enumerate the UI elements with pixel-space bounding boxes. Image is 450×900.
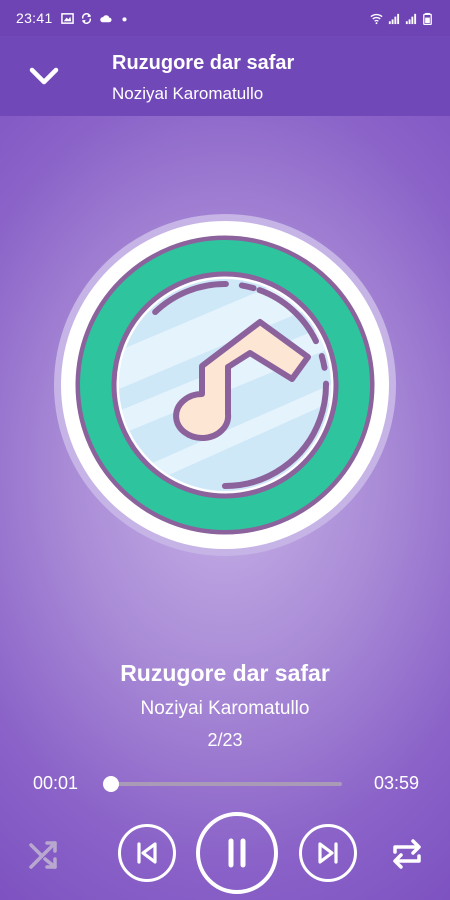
track-artist: Noziyai Karomatullo	[140, 698, 310, 719]
skip-previous-icon	[137, 842, 157, 864]
status-icons-left	[60, 12, 131, 25]
signal-icon	[388, 13, 400, 24]
shuffle-button[interactable]	[24, 834, 64, 874]
next-track-button[interactable]	[299, 824, 357, 882]
skip-next-icon	[318, 842, 338, 864]
status-bar: 23:41	[0, 0, 450, 36]
repeat-icon	[393, 839, 421, 869]
cloud-icon	[99, 14, 112, 22]
player-header: Ruzugore dar safar Noziyai Karomatullo	[0, 36, 450, 116]
image-icon	[60, 12, 74, 24]
pause-icon	[228, 838, 246, 868]
status-icons-right	[370, 12, 434, 25]
battery-icon	[423, 12, 432, 25]
dot-icon	[122, 16, 127, 21]
track-title: Ruzugore dar safar	[120, 660, 330, 686]
seek-bar[interactable]	[102, 776, 342, 792]
collapse-button[interactable]	[22, 58, 66, 94]
track-position-counter: 2/23	[207, 730, 243, 750]
chevron-down-icon	[29, 67, 59, 85]
seek-bar-thumb[interactable]	[102, 776, 119, 792]
header-artist-name: Noziyai Karomatullo	[112, 84, 264, 103]
wifi-icon	[370, 13, 383, 24]
status-time: 23:41	[16, 10, 53, 26]
repeat-button[interactable]	[387, 834, 427, 874]
sync-icon	[81, 12, 91, 24]
signal-icon	[405, 13, 417, 24]
elapsed-time: 00:01	[33, 773, 79, 793]
previous-track-button[interactable]	[118, 824, 176, 882]
album-artwork	[54, 214, 396, 556]
shuffle-icon	[29, 841, 57, 869]
play-pause-button[interactable]	[196, 812, 278, 894]
header-song-title: Ruzugore dar safar	[112, 52, 295, 74]
total-duration: 03:59	[373, 773, 419, 793]
